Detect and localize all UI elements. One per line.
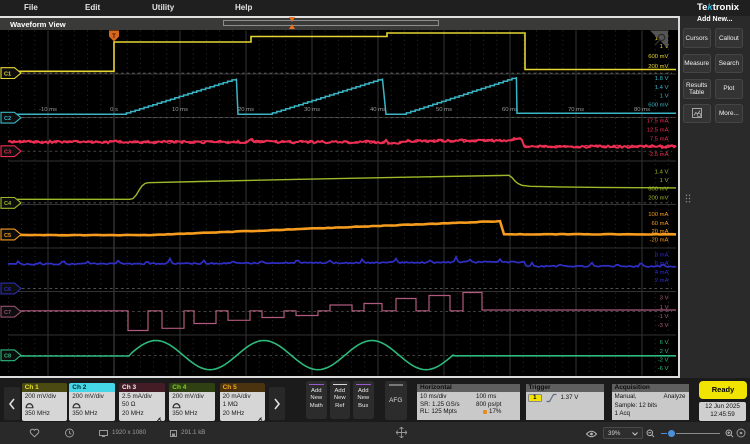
svg-text:C4: C4 [4, 201, 12, 207]
svg-text:T: T [112, 34, 116, 40]
svg-text:600 mV: 600 mV [648, 102, 668, 108]
svg-text:-2 V: -2 V [658, 357, 669, 363]
svg-text:C3: C3 [4, 149, 11, 155]
svg-text:60 ms: 60 ms [502, 107, 518, 113]
svg-text:70 ms: 70 ms [568, 107, 584, 113]
svg-text:1 V: 1 V [660, 305, 669, 311]
svg-text:C2: C2 [4, 116, 11, 122]
svg-text:12.5 mA: 12.5 mA [647, 127, 669, 133]
svg-text:-3 V: -3 V [658, 323, 669, 329]
svg-text:40 ms: 40 ms [370, 107, 386, 113]
svg-text:60 mA: 60 mA [651, 220, 668, 226]
svg-text:1.4 V: 1.4 V [655, 169, 669, 175]
svg-text:17.5 mA: 17.5 mA [647, 118, 669, 124]
svg-text:C1: C1 [4, 71, 11, 77]
svg-text:3 V: 3 V [660, 295, 669, 301]
svg-text:2 mA: 2 mA [655, 278, 669, 284]
svg-text:50 ms: 50 ms [436, 107, 452, 113]
svg-text:10 ms: 10 ms [172, 107, 188, 113]
svg-text:4 mA: 4 mA [655, 270, 669, 276]
svg-text:30 ms: 30 ms [304, 107, 320, 113]
svg-text:1 V: 1 V [660, 93, 669, 99]
svg-text:-1 V: -1 V [658, 314, 669, 320]
svg-text:20 ms: 20 ms [238, 107, 254, 113]
svg-text:20 mA: 20 mA [651, 228, 668, 234]
svg-text:1.8 V: 1.8 V [655, 76, 669, 82]
svg-text:C7: C7 [4, 310, 11, 316]
svg-text:600 mV: 600 mV [648, 54, 668, 60]
svg-text:-2.5 mA: -2.5 mA [648, 152, 669, 158]
svg-text:7.5 mA: 7.5 mA [650, 136, 669, 142]
svg-text:200 mV: 200 mV [648, 64, 668, 70]
svg-text:-10 ms: -10 ms [39, 107, 57, 113]
svg-text:C8: C8 [4, 353, 11, 359]
svg-text:0 s: 0 s [110, 107, 118, 113]
svg-text:2 V: 2 V [660, 348, 669, 354]
svg-text:1.4 V: 1.4 V [655, 84, 669, 90]
svg-text:C6: C6 [4, 286, 11, 292]
svg-text:8 mA: 8 mA [655, 252, 669, 258]
svg-text:1 V: 1 V [660, 177, 669, 183]
svg-text:6 mA: 6 mA [655, 260, 669, 266]
svg-text:600 mV: 600 mV [648, 186, 668, 192]
svg-text:C5: C5 [4, 232, 11, 238]
svg-text:200 mV: 200 mV [648, 195, 668, 201]
svg-text:100 mA: 100 mA [648, 212, 668, 218]
svg-text:6 V: 6 V [660, 340, 669, 346]
svg-text:-20 mA: -20 mA [650, 237, 669, 243]
svg-text:-6 V: -6 V [658, 366, 669, 372]
